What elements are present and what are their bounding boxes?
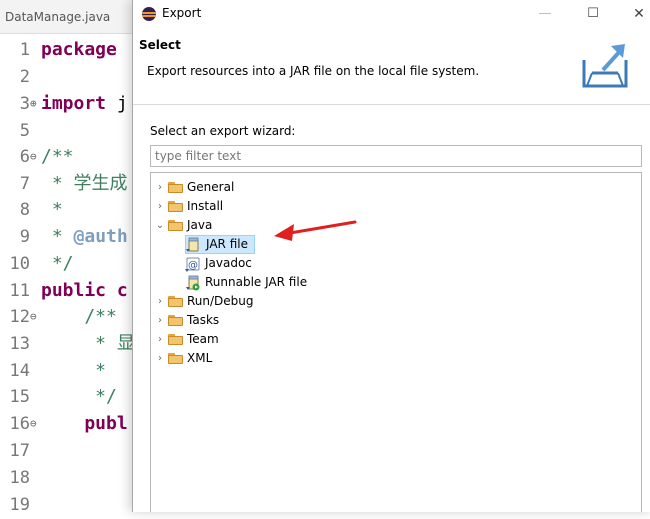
chevron-right-icon[interactable]: › [155,197,165,216]
folder-icon [168,334,184,345]
fold-collapse-icon[interactable]: ⊖ [30,410,37,438]
line-number: 13 [9,334,30,354]
line-number: 16 [9,414,30,434]
tree-item-label: JAR file [206,237,248,251]
chevron-right-icon[interactable]: › [155,330,165,349]
page-description: Export resources into a JAR file on the … [147,64,480,78]
svg-text:@: @ [188,260,198,271]
chevron-right-icon[interactable]: › [155,349,165,368]
fold-collapse-icon[interactable]: ⊖ [30,303,37,331]
code-text: */ [41,253,74,274]
tree-item-label: Team [187,332,219,346]
line-number: 3 [19,94,30,114]
tree-item-jar-file[interactable]: JAR file [185,235,255,254]
line-number: 18 [9,468,30,488]
code-text: * 显 [41,333,135,354]
maximize-button[interactable]: ☐ [571,2,615,26]
code-text: * [41,199,63,220]
line-number: 19 [9,495,30,515]
code-text: import j [41,93,128,114]
folder-icon [168,315,184,326]
wizard-header: Select Export resources into a JAR file … [133,28,650,105]
line-number: 8 [19,200,30,220]
page-title: Select [139,38,181,52]
line-number: 14 [9,361,30,381]
tree-item-label: Run/Debug [187,294,254,308]
line-number: 11 [9,281,30,301]
wizard-tree[interactable]: › General › Install ⌄ Java JAR file @ Ja… [150,172,642,512]
line-number: 1 [19,40,30,60]
code-text: package [41,39,128,60]
chevron-down-icon[interactable]: ⌄ [155,216,165,235]
tree-item-label: Java [187,218,213,232]
folder-icon [168,182,184,193]
jar-file-icon [186,237,199,252]
editor-tab[interactable]: DataManage.java [0,0,140,34]
fold-collapse-icon[interactable]: ⊖ [30,143,37,171]
wizard-body: Select an export wizard: › General › Ins… [133,105,650,512]
line-number: 15 [9,387,30,407]
filter-input[interactable] [150,145,642,167]
line-number: 9 [19,227,30,247]
javadoc-icon: @ [185,257,200,272]
code-text: public c [41,280,128,301]
chevron-right-icon[interactable]: › [155,311,165,330]
editor-tab-label: DataManage.java [5,10,111,24]
line-number: 2 [19,67,30,87]
tree-item-label: Tasks [187,313,220,327]
folder-icon [168,201,184,212]
line-number: 7 [19,174,30,194]
folder-icon [168,353,184,364]
chevron-right-icon[interactable]: › [155,178,165,197]
dialog-title: Export [162,6,202,20]
runnable-jar-icon [186,275,200,291]
chevron-right-icon[interactable]: › [155,292,165,311]
dialog-titlebar[interactable]: Export — ☐ ✕ [133,0,650,28]
folder-icon [168,296,184,307]
line-number: 17 [9,441,30,461]
export-dialog: Export — ☐ ✕ Select Export resources int… [132,0,650,512]
minimize-button[interactable]: — [523,2,567,26]
code-text: publ [41,413,128,434]
line-number: 5 [19,121,30,141]
code-text: * @auth [41,226,128,247]
folder-open-icon [168,220,184,231]
code-text: /** [41,146,74,167]
fold-expand-icon[interactable]: ⊕ [30,90,37,118]
code-text: * [41,360,107,381]
export-wizard-icon [582,44,628,88]
tree-item-label: General [187,180,235,194]
tree-item-label: Runnable JAR file [205,275,308,289]
tree-item-label: Javadoc [205,256,252,270]
wizard-label: Select an export wizard: [150,124,296,138]
line-number: 10 [9,254,30,274]
code-text: * 学生成 [41,173,128,194]
tree-item-javadoc[interactable]: @ Javadoc [185,254,265,273]
tree-item-runnable-jar-file[interactable]: Runnable JAR file [185,273,325,292]
line-number: 12 [9,307,30,327]
code-text: /** [41,306,117,327]
eclipse-icon [142,7,156,21]
line-number: 6 [19,147,30,167]
tree-item-label: XML [187,351,213,365]
close-button[interactable]: ✕ [617,2,650,26]
code-text: */ [41,386,117,407]
tree-item-label: Install [187,199,224,213]
